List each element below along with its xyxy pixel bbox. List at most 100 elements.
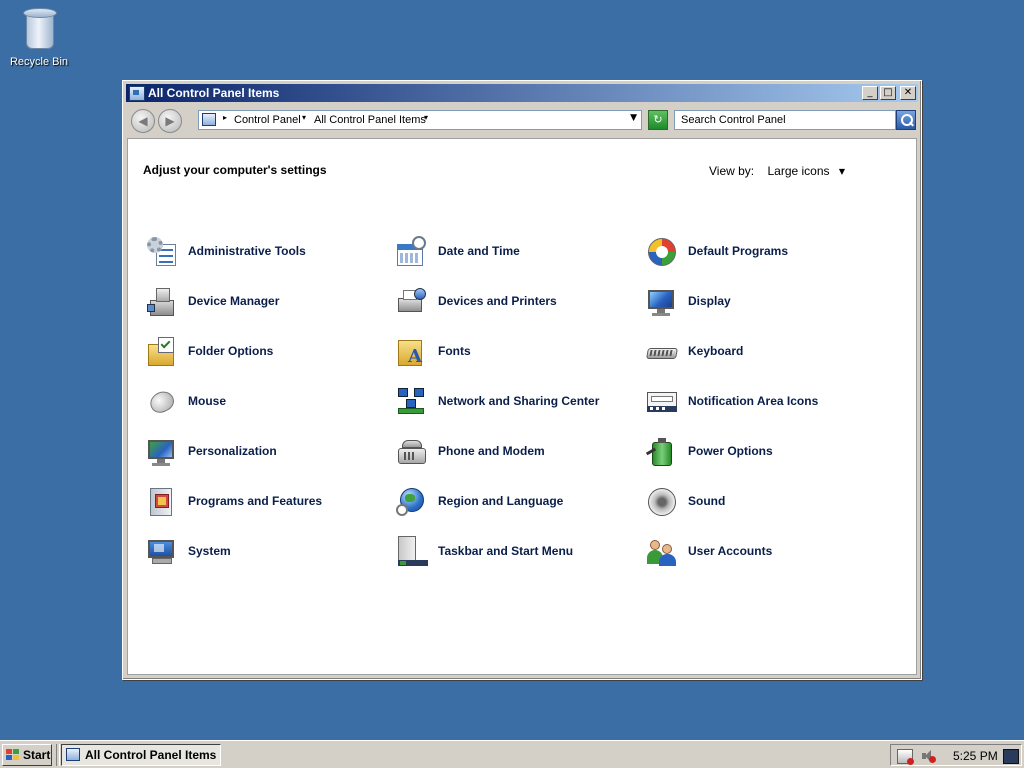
item-programs-and-features[interactable]: Programs and Features (146, 484, 386, 520)
item-label: Power Options (688, 444, 773, 458)
page-title: Adjust your computer's settings (143, 163, 327, 177)
volume-muted-icon[interactable] (921, 749, 936, 763)
item-phone-and-modem[interactable]: Phone and Modem (396, 434, 636, 470)
recycle-bin-desktop-icon[interactable]: Recycle Bin (6, 6, 72, 68)
window-title: All Control Panel Items (148, 86, 280, 100)
folder-options-icon (146, 336, 178, 368)
forward-button[interactable]: ▶ (158, 109, 182, 133)
maximize-button[interactable]: □ (880, 86, 896, 100)
start-button[interactable]: Start (2, 744, 52, 766)
taskbar-item-label: All Control Panel Items (85, 748, 217, 762)
item-label: System (188, 544, 231, 558)
item-display[interactable]: Display (646, 284, 886, 320)
item-keyboard[interactable]: Keyboard (646, 334, 886, 370)
breadcrumb-all-items[interactable]: All Control Panel Items (314, 114, 426, 126)
control-panel-icon (202, 113, 216, 126)
clock[interactable]: 5:25 PM (953, 749, 998, 763)
item-label: Phone and Modem (438, 444, 545, 458)
item-label: Sound (688, 494, 726, 508)
item-fonts[interactable]: A Fonts (396, 334, 636, 370)
item-label: Notification Area Icons (688, 394, 819, 408)
item-label: Date and Time (438, 244, 520, 258)
item-notification-area-icons[interactable]: Notification Area Icons (646, 384, 886, 420)
item-taskbar-and-start-menu[interactable]: Taskbar and Start Menu (396, 534, 636, 570)
chevron-right-icon[interactable]: ▸ (223, 113, 227, 122)
search-input[interactable]: Search Control Panel (674, 110, 896, 130)
address-row: ◀ ▶ ▸ Control Panel ▾ All Control Panel … (126, 105, 918, 135)
item-device-manager[interactable]: Device Manager (146, 284, 386, 320)
view-by-label: View by: (709, 164, 755, 178)
device-manager-icon (146, 286, 178, 318)
item-label: Programs and Features (188, 494, 323, 508)
taskbar-divider (56, 744, 60, 766)
item-default-programs[interactable]: Default Programs (646, 234, 886, 270)
breadcrumb-control-panel[interactable]: Control Panel (234, 114, 301, 126)
search-button[interactable] (896, 110, 916, 130)
show-desktop-icon[interactable] (1003, 749, 1019, 764)
chevron-down-icon[interactable]: ▾ (302, 113, 306, 122)
item-network-and-sharing-center[interactable]: Network and Sharing Center (396, 384, 636, 420)
taskbar: Start All Control Panel Items 5:25 PM (0, 740, 1024, 768)
back-button[interactable]: ◀ (131, 109, 155, 133)
chevron-down-icon[interactable]: ▾ (424, 113, 428, 122)
item-region-and-language[interactable]: Region and Language (396, 484, 636, 520)
item-administrative-tools[interactable]: Administrative Tools (146, 234, 386, 270)
keyboard-icon (646, 336, 678, 368)
programs-features-icon (146, 486, 178, 518)
taskbar-start-menu-icon (396, 536, 428, 568)
item-label: Display (688, 294, 731, 308)
date-time-icon (396, 236, 428, 268)
system-tray: 5:25 PM (890, 744, 1022, 766)
content-pane: Adjust your computer's settings View by:… (127, 138, 917, 675)
display-icon (646, 286, 678, 318)
item-label: Fonts (438, 344, 471, 358)
item-personalization[interactable]: Personalization (146, 434, 386, 470)
item-label: Mouse (188, 394, 227, 408)
item-date-and-time[interactable]: Date and Time (396, 234, 636, 270)
network-icon (396, 386, 428, 418)
phone-modem-icon (396, 436, 428, 468)
region-language-icon (396, 486, 428, 518)
title-bar[interactable]: All Control Panel Items _ □ ✕ (126, 84, 918, 102)
item-power-options[interactable]: Power Options (645, 434, 886, 470)
item-label: Administrative Tools (188, 244, 306, 258)
item-label: Device Manager (188, 294, 280, 308)
action-center-icon[interactable] (897, 749, 914, 765)
control-panel-icon (129, 86, 145, 101)
windows-logo-icon (6, 749, 20, 761)
item-label: Folder Options (188, 344, 274, 358)
recycle-bin-label: Recycle Bin (9, 56, 69, 68)
item-system[interactable]: System (146, 534, 386, 570)
item-label: Devices and Printers (438, 294, 557, 308)
close-button[interactable]: ✕ (900, 86, 916, 100)
taskbar-item-control-panel[interactable]: All Control Panel Items (61, 744, 221, 766)
view-by-dropdown[interactable]: Large icons (767, 164, 829, 178)
control-panel-window: All Control Panel Items _ □ ✕ ◀ ▶ ▸ Cont… (122, 80, 922, 680)
item-mouse[interactable]: Mouse (146, 384, 386, 420)
address-bar[interactable]: ▸ Control Panel ▾ All Control Panel Item… (198, 110, 642, 130)
item-label: Default Programs (688, 244, 789, 258)
start-label: Start (23, 748, 51, 762)
default-programs-icon (646, 236, 678, 268)
notification-area-icon (646, 386, 678, 418)
item-devices-and-printers[interactable]: Devices and Printers (396, 284, 636, 320)
administrative-tools-icon (146, 236, 178, 268)
minimize-button[interactable]: _ (862, 86, 878, 100)
item-folder-options[interactable]: Folder Options (146, 334, 386, 370)
chevron-down-icon[interactable]: ▼ (839, 167, 845, 176)
devices-printers-icon (396, 286, 428, 318)
item-label: Region and Language (438, 494, 564, 508)
mouse-icon (146, 386, 178, 418)
refresh-button[interactable]: ↻ (648, 110, 668, 130)
system-icon (146, 536, 178, 568)
view-by-control: View by: Large icons ▼ (709, 164, 845, 178)
item-user-accounts[interactable]: User Accounts (646, 534, 886, 570)
item-label: User Accounts (688, 544, 773, 558)
power-options-icon (645, 436, 678, 468)
item-label: Taskbar and Start Menu (438, 544, 574, 558)
address-history-dropdown[interactable]: ▼ (630, 113, 637, 123)
control-panel-icon (66, 748, 80, 761)
personalization-icon (146, 436, 178, 468)
item-sound[interactable]: Sound (646, 484, 886, 520)
item-label: Personalization (188, 444, 277, 458)
